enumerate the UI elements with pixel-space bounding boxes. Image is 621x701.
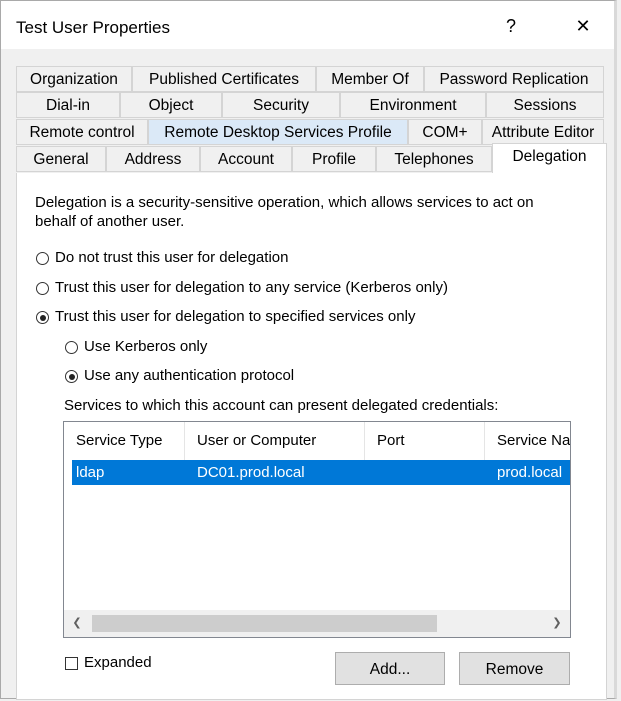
delegation-intro-line1: Delegation is a security-sensitive opera… — [35, 194, 534, 211]
properties-dialog: Test User Properties ? ✕ Organization Pu… — [0, 0, 617, 700]
tab-delegation[interactable]: Delegation — [492, 143, 607, 174]
tab-account[interactable]: Account — [200, 146, 292, 172]
window-title: Test User Properties — [16, 18, 170, 37]
tab-remote-control[interactable]: Remote control — [16, 119, 148, 145]
tab-com-plus[interactable]: COM+ — [408, 119, 482, 145]
tab-published-certificates[interactable]: Published Certificates — [132, 66, 316, 92]
services-list-label: Services to which this account can prese… — [64, 397, 499, 414]
tab-password-replication[interactable]: Password Replication — [424, 66, 604, 92]
no-delegation-radio[interactable] — [36, 252, 49, 265]
tab-member-of[interactable]: Member Of — [316, 66, 424, 92]
tab-general[interactable]: General — [16, 146, 106, 172]
tab-address[interactable]: Address — [106, 146, 200, 172]
close-button[interactable]: ✕ — [563, 11, 603, 41]
any-protocol-radio[interactable] — [65, 370, 78, 383]
horizontal-scrollbar[interactable]: ❮ ❯ — [64, 610, 570, 637]
service-name-cell: prod.local — [497, 464, 563, 481]
help-button[interactable]: ? — [491, 11, 531, 41]
any-protocol-label[interactable]: Use any authentication protocol — [84, 367, 294, 384]
scroll-right-icon[interactable]: ❯ — [544, 610, 570, 637]
column-service-name[interactable]: Service Na — [485, 422, 570, 460]
specified-services-label[interactable]: Trust this user for delegation to specif… — [55, 308, 415, 325]
tab-telephones[interactable]: Telephones — [376, 146, 492, 172]
column-service-type[interactable]: Service Type — [64, 422, 185, 460]
services-list-header: Service Type User or Computer Port Servi… — [64, 422, 570, 460]
scrollbar-thumb[interactable] — [92, 615, 437, 632]
tab-security[interactable]: Security — [222, 92, 340, 118]
any-service-radio[interactable] — [36, 282, 49, 295]
no-delegation-label[interactable]: Do not trust this user for delegation — [55, 249, 288, 266]
user-or-computer-cell: DC01.prod.local — [197, 464, 305, 481]
expanded-checkbox[interactable] — [65, 657, 78, 670]
help-icon: ? — [505, 15, 516, 36]
any-service-label[interactable]: Trust this user for delegation to any se… — [55, 279, 448, 296]
table-row[interactable]: ldap DC01.prod.local prod.local — [72, 460, 570, 485]
title-bar: Test User Properties ? ✕ — [1, 1, 614, 49]
expanded-label[interactable]: Expanded — [84, 654, 152, 671]
kerberos-only-radio[interactable] — [65, 341, 78, 354]
service-type-cell: ldap — [76, 464, 105, 481]
tab-profile[interactable]: Profile — [292, 146, 376, 172]
tab-remote-desktop-services-profile[interactable]: Remote Desktop Services Profile — [148, 119, 408, 145]
remove-button[interactable]: Remove — [459, 652, 570, 685]
specified-services-radio[interactable] — [36, 311, 49, 324]
add-button[interactable]: Add... — [335, 652, 445, 685]
column-user-or-computer[interactable]: User or Computer — [185, 422, 365, 460]
tab-organization[interactable]: Organization — [16, 66, 132, 92]
tab-sessions[interactable]: Sessions — [486, 92, 604, 118]
tab-dial-in[interactable]: Dial-in — [16, 92, 120, 118]
column-port[interactable]: Port — [365, 422, 485, 460]
services-list[interactable]: Service Type User or Computer Port Servi… — [63, 421, 571, 638]
close-icon: ✕ — [575, 15, 591, 36]
delegation-intro-line2: behalf of another user. — [35, 213, 185, 230]
kerberos-only-label[interactable]: Use Kerberos only — [84, 338, 207, 355]
scroll-left-icon[interactable]: ❮ — [64, 610, 90, 637]
tab-object[interactable]: Object — [120, 92, 222, 118]
tab-environment[interactable]: Environment — [340, 92, 486, 118]
tab-attribute-editor[interactable]: Attribute Editor — [482, 119, 604, 145]
